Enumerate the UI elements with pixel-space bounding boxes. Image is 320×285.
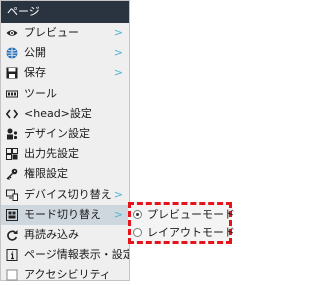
menu-item-tools[interactable]: ツール [1,84,129,104]
radio-selected-icon[interactable] [133,210,142,219]
menu-item-label: <head>設定 [24,106,92,120]
chevron-right-icon: > [113,207,123,221]
layout-mode-option[interactable]: レイアウトモード [131,224,235,242]
checkbox-icon [6,269,18,281]
menu-item-mode-switch[interactable]: モード切り替え > [1,204,129,225]
option-label: プレビューモード [147,208,235,221]
menu-item-label: 再読み込み [24,227,79,241]
menu-item-label: 公開 [24,46,46,60]
chevron-right-icon: > [113,66,123,80]
mode-submenu: プレビューモード レイアウトモード [128,202,235,244]
page-menu: ページ プレビュー > 公開 > 保存 > ツール <head>設定 デザイン設… [0,0,130,281]
menu-item-permission-settings[interactable]: 権限設定 [1,164,129,184]
preview-mode-option[interactable]: プレビューモード [131,206,235,224]
device-icon [6,189,18,201]
menu-item-page-info[interactable]: ページ情報表示・設定 [1,245,129,265]
output-icon [6,148,18,161]
menu-item-reload[interactable]: 再読み込み [1,225,129,245]
menu-item-design-settings[interactable]: デザイン設定 [1,124,129,144]
menu-item-label: デザイン設定 [24,126,90,140]
chevron-right-icon: > [113,26,123,39]
eye-icon [6,27,18,39]
design-icon [6,128,18,140]
menu-item-label: プレビュー [24,26,79,39]
menu-item-label: 出力先設定 [24,147,79,161]
menu-item-label: ツール [24,86,57,100]
toolbar-icon [6,88,18,100]
menu-item-head-settings[interactable]: <head>設定 [1,104,129,124]
menu-list: プレビュー > 公開 > 保存 > ツール <head>設定 デザイン設定 出力… [1,23,129,285]
menu-item-label: 権限設定 [24,167,68,181]
menu-item-preview[interactable]: プレビュー > [1,23,129,43]
option-label: レイアウトモード [147,226,235,239]
info-icon [6,249,18,262]
menu-title: ページ [1,1,129,23]
menu-item-publish[interactable]: 公開 > [1,43,129,63]
save-icon [6,67,18,79]
globe-icon [6,47,18,59]
menu-item-label: デバイス切り替え [24,187,112,201]
menu-item-label: 保存 [24,66,46,80]
key-icon [6,168,18,181]
menu-item-output-settings[interactable]: 出力先設定 [1,144,129,164]
code-icon [6,108,18,120]
menu-item-accessibility[interactable]: アクセシビリティ [1,265,129,285]
menu-item-label: ページ情報表示・設定 [24,248,129,262]
menu-item-device-switch[interactable]: デバイス切り替え > [1,185,129,205]
mode-icon [6,208,18,221]
reload-icon [6,229,18,241]
chevron-right-icon: > [113,187,123,201]
chevron-right-icon: > [113,46,123,60]
radio-unselected-icon[interactable] [133,228,142,237]
menu-item-label: モード切り替え [24,207,101,221]
menu-item-label: アクセシビリティ [24,268,111,282]
menu-item-save[interactable]: 保存 > [1,63,129,83]
